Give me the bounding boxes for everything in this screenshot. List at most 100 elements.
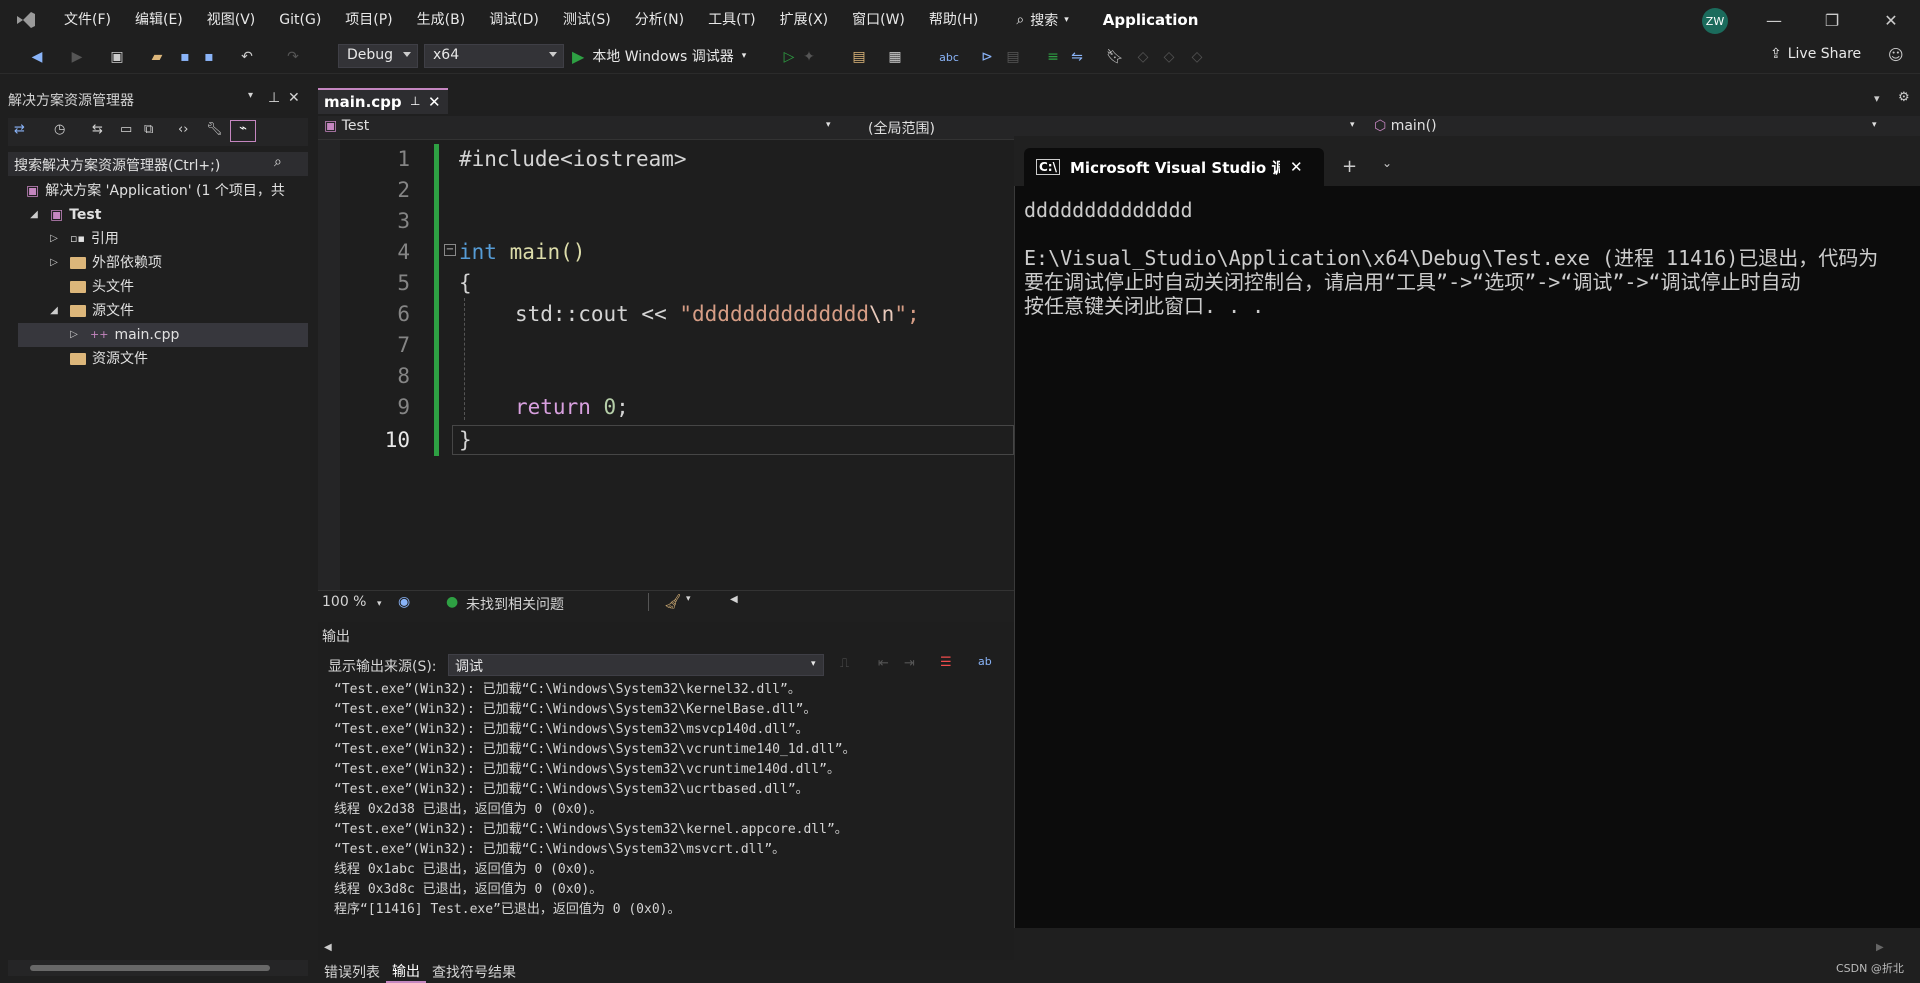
clear-all-icon[interactable]: ☰ — [940, 655, 952, 670]
code-icon[interactable]: ‹› — [178, 122, 188, 137]
tab-main-cpp[interactable]: main.cpp ⊥ ✕ — [318, 88, 448, 114]
menu-project[interactable]: 项目(P) — [333, 0, 404, 40]
browse-icon[interactable]: ▤ — [850, 48, 868, 66]
settings-icon[interactable]: ⚙ — [1898, 90, 1910, 105]
tab-find-symbol-results[interactable]: 查找符号结果 — [426, 962, 522, 982]
project-nav-select[interactable]: ▣ Test ▾ — [324, 118, 838, 138]
code-editor[interactable] — [318, 140, 1014, 590]
scrollbar-thumb[interactable] — [30, 965, 270, 971]
zoom-select[interactable]: 100 % ▾ — [322, 594, 386, 610]
collapse-icon[interactable]: ▭ — [120, 122, 132, 137]
issues-status[interactable]: 未找到相关问题 — [466, 594, 564, 614]
menu-analyze[interactable]: 分析(N) — [623, 0, 696, 40]
expand-icon[interactable]: ◢ — [26, 203, 42, 227]
copilot-icon[interactable]: ◉ — [398, 594, 410, 610]
horizontal-scrollbar[interactable] — [8, 960, 308, 976]
menu-window[interactable]: 窗口(W) — [840, 0, 917, 40]
feedback-icon[interactable]: ☺ — [1888, 46, 1904, 64]
minimize-icon[interactable]: — — [1745, 0, 1803, 40]
menu-build[interactable]: 生成(B) — [405, 0, 478, 40]
spell-check-icon[interactable]: abc — [939, 48, 959, 66]
output-source-select[interactable]: 调试 ▾ — [448, 654, 824, 676]
scroll-left-icon[interactable]: ◀ — [324, 942, 332, 953]
properties-icon[interactable]: 🔧︎ — [206, 122, 223, 137]
tree-item-solution[interactable]: ▣ 解决方案 'Application' (1 个项目，共 — [18, 179, 308, 203]
menu-git[interactable]: Git(G) — [267, 0, 333, 40]
tree-item-source-files[interactable]: ◢ 源文件 — [18, 299, 308, 323]
collapse-caret-icon[interactable]: ▷ — [66, 323, 82, 347]
switch-view-icon[interactable]: ⇄ — [14, 122, 25, 137]
expand-icon[interactable]: ◢ — [46, 299, 62, 323]
tab-error-list[interactable]: 错误列表 — [318, 962, 386, 982]
prev-bookmark-icon[interactable]: ◇ — [1134, 48, 1152, 66]
menu-debug[interactable]: 调试(D) — [477, 0, 551, 40]
close-tab-icon[interactable]: ✕ — [1290, 158, 1303, 176]
collapse-caret-icon[interactable]: ▷ — [46, 251, 62, 275]
menu-file[interactable]: 文件(F) — [52, 0, 123, 40]
menu-extensions[interactable]: 扩展(X) — [768, 0, 841, 40]
layout-icon[interactable]: ▦ — [886, 48, 904, 66]
menu-test[interactable]: 测试(S) — [551, 0, 623, 40]
configuration-select[interactable]: Debug — [338, 44, 418, 68]
find-message-icon[interactable]: ⎍ — [840, 656, 849, 671]
hot-reload-icon[interactable]: ✦ — [800, 48, 818, 66]
tree-item-project[interactable]: ◢ ▣ Test — [18, 203, 308, 227]
new-project-icon[interactable]: ▣ — [108, 48, 126, 66]
pin-icon[interactable]: ⊥ — [268, 90, 280, 106]
tree-item-resource-files[interactable]: 资源文件 — [18, 347, 308, 371]
start-without-debug-icon[interactable]: ▷ — [780, 48, 798, 66]
tab-overflow-icon[interactable]: ▾ — [1874, 92, 1880, 105]
preview-icon[interactable]: ⌁ — [230, 120, 256, 142]
save-icon[interactable]: ▪ — [176, 48, 194, 66]
prev-message-icon[interactable]: ⇤ — [878, 656, 889, 671]
tree-item-main-cpp[interactable]: ▷ ++ main.cpp — [18, 323, 308, 347]
clear-bookmark-icon[interactable]: ◇ — [1188, 48, 1206, 66]
avatar[interactable]: ZW — [1702, 8, 1728, 34]
panel-menu-icon[interactable]: ▾ — [248, 90, 253, 101]
select-icon[interactable]: ⊳ — [978, 48, 996, 66]
member-nav-select[interactable]: ⬡ main() ▾ — [1374, 118, 1884, 138]
open-folder-icon[interactable]: ▰ — [148, 48, 166, 66]
scroll-right-icon[interactable]: ▶ — [1876, 942, 1884, 953]
undo-icon[interactable]: ↶ — [238, 48, 256, 66]
tree-item-external-deps[interactable]: ▷ 外部依赖项 — [18, 251, 308, 275]
next-message-icon[interactable]: ⇥ — [904, 656, 915, 671]
scope-nav-select[interactable]: (全局范围) ▾ — [868, 118, 1362, 138]
cleanup-icon[interactable]: 🧹︎ — [664, 594, 682, 610]
word-wrap-icon[interactable]: ab — [978, 655, 992, 668]
sync-icon[interactable]: ⇆ — [92, 122, 103, 137]
tree-item-header-files[interactable]: 头文件 — [18, 275, 308, 299]
close-panel-icon[interactable]: ✕ — [288, 90, 300, 106]
new-tab-icon[interactable]: + — [1342, 156, 1357, 177]
comment-icon[interactable]: ▤ — [1004, 48, 1022, 66]
back-icon[interactable]: ◀ — [28, 48, 46, 66]
collapse-region-icon[interactable]: − — [444, 244, 456, 256]
forward-icon[interactable]: ▶ — [68, 48, 86, 66]
restore-icon[interactable]: ❐ — [1803, 0, 1861, 40]
collapse-caret-icon[interactable]: ▷ — [46, 227, 62, 251]
pin-icon[interactable]: ⊥ — [410, 94, 420, 108]
redo-icon[interactable]: ↷ — [284, 48, 302, 66]
indent-icon[interactable]: ≡ — [1044, 48, 1062, 66]
search-button[interactable]: ⌕ 搜索 ▾ — [1006, 10, 1078, 30]
scroll-left-icon[interactable]: ◀ — [730, 594, 738, 605]
start-debugging-button[interactable]: ▶ 本地 Windows 调试器 ▾ — [572, 44, 746, 68]
chevron-down-icon[interactable]: ⌄ — [1382, 156, 1392, 170]
menu-tools[interactable]: 工具(T) — [696, 0, 767, 40]
next-bookmark-icon[interactable]: ◇ — [1160, 48, 1178, 66]
menu-help[interactable]: 帮助(H) — [917, 0, 990, 40]
console-tab[interactable]: C:\ Microsoft Visual Studio 调试控 ✕ — [1024, 148, 1324, 186]
platform-select[interactable]: x64 — [424, 44, 564, 68]
tab-output[interactable]: 输出 — [386, 961, 426, 983]
show-all-icon[interactable]: ⧉ — [144, 122, 153, 137]
tree-item-references[interactable]: ▷ ▫▪ 引用 — [18, 227, 308, 251]
close-tab-icon[interactable]: ✕ — [428, 93, 441, 111]
save-all-icon[interactable]: ▪ — [200, 48, 218, 66]
bookmark-icon[interactable]: 🔖︎ — [1106, 48, 1124, 66]
live-share-button[interactable]: ⇪ Live Share — [1770, 46, 1861, 62]
close-icon[interactable]: ✕ — [1862, 0, 1920, 40]
menu-edit[interactable]: 编辑(E) — [123, 0, 195, 40]
history-icon[interactable]: ◷ — [54, 122, 65, 137]
outdent-icon[interactable]: ⇋ — [1068, 48, 1086, 66]
menu-view[interactable]: 视图(V) — [195, 0, 268, 40]
